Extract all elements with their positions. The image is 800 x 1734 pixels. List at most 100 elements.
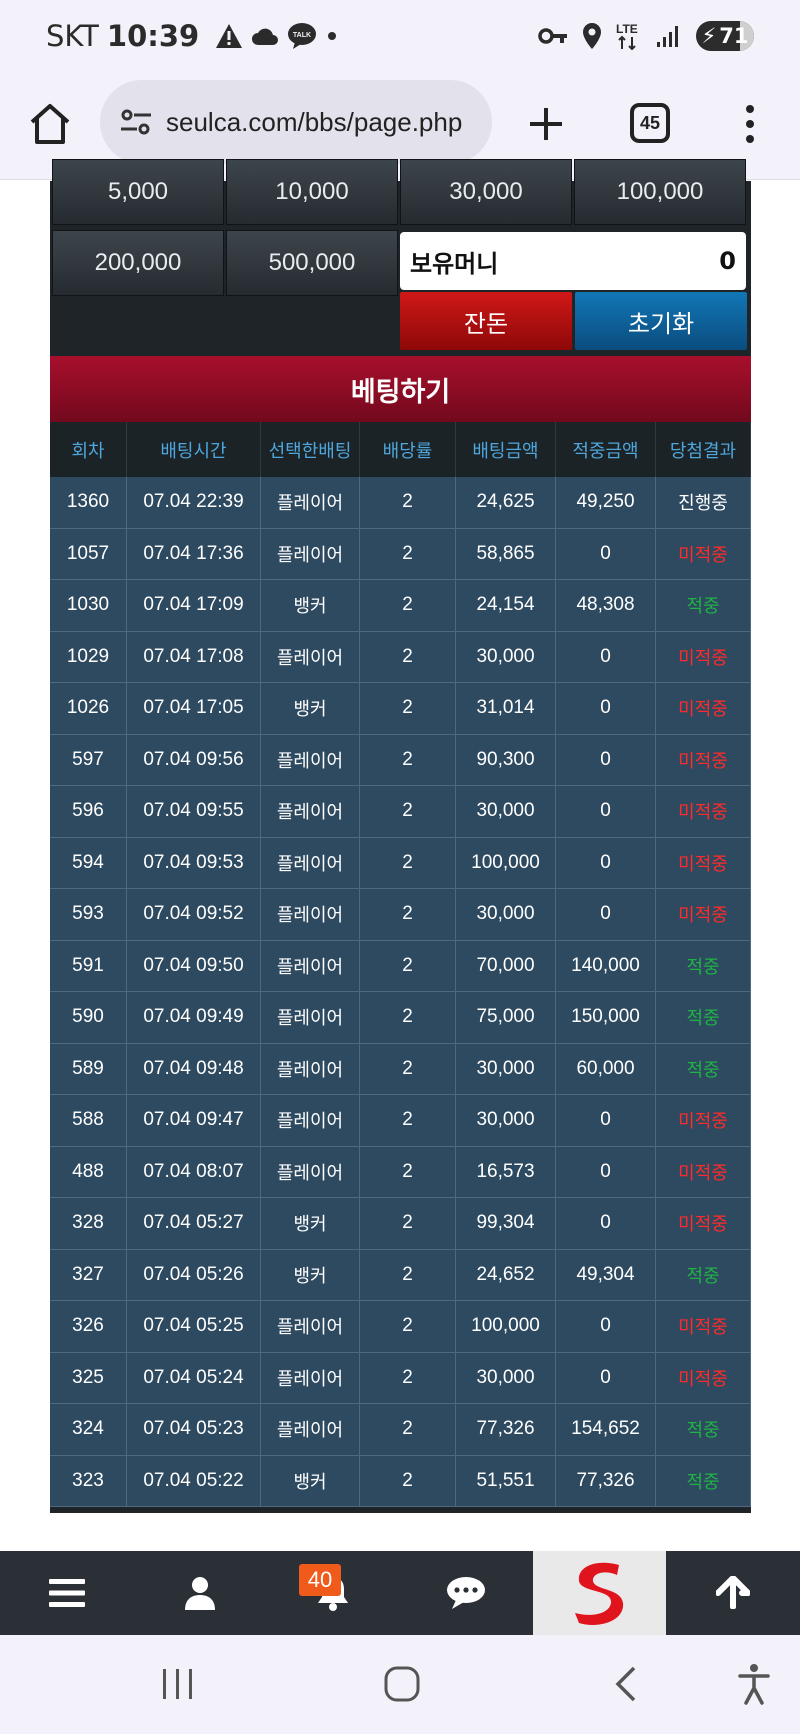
selection-cell: 플레이어 — [261, 786, 360, 837]
result-cell: 미적중 — [656, 1301, 751, 1352]
bet-amount-cell: 24,625 — [456, 477, 556, 528]
balance-value: 0 — [719, 247, 736, 275]
status-bar: SKT 10:39 TALK LTE ⚡ 71 — [0, 0, 800, 72]
bet-amount-cell: 30,000 — [456, 889, 556, 940]
selection-cell: 뱅커 — [261, 580, 360, 631]
chip-button[interactable]: 500,000 — [226, 230, 398, 296]
result-cell: 적중 — [656, 1455, 751, 1506]
chip-button[interactable]: 200,000 — [52, 230, 224, 296]
win-amount-cell: 49,250 — [556, 477, 656, 528]
bet-amount-cell: 30,000 — [456, 1095, 556, 1146]
warning-icon — [216, 24, 243, 48]
bet-amount-cell: 100,000 — [456, 1301, 556, 1352]
result-cell: 미적중 — [656, 683, 751, 734]
table-row: 328 07.04 05:27 뱅커 2 99,304 0 미적중 — [50, 1198, 751, 1250]
bet-button[interactable]: 베팅하기 — [50, 356, 751, 422]
more-vert-icon[interactable] — [736, 102, 764, 146]
result-cell: 적중 — [656, 1043, 751, 1094]
table-row: 325 07.04 05:24 플레이어 2 30,000 0 미적중 — [50, 1352, 751, 1404]
round-cell: 488 — [50, 1146, 127, 1197]
chip-button[interactable]: 5,000 — [52, 159, 224, 225]
table-header: 회차 배팅시간 선택한배팅 배당률 배팅금액 적중금액 당첨결과 — [50, 422, 751, 477]
chat-icon[interactable] — [399, 1551, 532, 1635]
result-cell: 적중 — [656, 940, 751, 991]
site-logo[interactable] — [533, 1551, 666, 1635]
round-cell: 1029 — [50, 631, 127, 682]
selection-cell: 플레이어 — [261, 477, 360, 528]
table-row: 323 07.04 05:22 뱅커 2 51,551 77,326 적중 — [50, 1455, 751, 1507]
user-icon[interactable] — [133, 1551, 266, 1635]
column-header: 회차 — [50, 422, 127, 477]
selection-cell: 플레이어 — [261, 1301, 360, 1352]
bet-time-cell: 07.04 09:48 — [127, 1043, 261, 1094]
table-row: 1026 07.04 17:05 뱅커 2 31,014 0 미적중 — [50, 683, 751, 735]
bet-time-cell: 07.04 05:25 — [127, 1301, 261, 1352]
selection-cell: 플레이어 — [261, 889, 360, 940]
odds-cell: 2 — [360, 1249, 456, 1300]
odds-cell: 2 — [360, 1352, 456, 1403]
odds-cell: 2 — [360, 477, 456, 528]
betting-panel: 5,000 10,000 30,000 100,000 200,000 500,… — [50, 159, 751, 1513]
bet-amount-cell: 77,326 — [456, 1404, 556, 1455]
odds-cell: 2 — [360, 940, 456, 991]
reset-button[interactable]: 초기화 — [575, 292, 747, 350]
selection-cell: 플레이어 — [261, 940, 360, 991]
chip-button[interactable]: 10,000 — [226, 159, 398, 225]
column-header: 당첨결과 — [656, 422, 751, 477]
selection-cell: 플레이어 — [261, 528, 360, 579]
arrow-up-icon[interactable] — [666, 1551, 799, 1635]
bet-time-cell: 07.04 09:52 — [127, 889, 261, 940]
win-amount-cell: 60,000 — [556, 1043, 656, 1094]
signal-icon — [657, 26, 678, 47]
odds-cell: 2 — [360, 683, 456, 734]
result-cell: 미적중 — [656, 1198, 751, 1249]
chip-button[interactable]: 30,000 — [400, 159, 572, 225]
odds-cell: 2 — [360, 992, 456, 1043]
dot-icon — [328, 32, 337, 40]
site-bottom-nav: 40 — [0, 1551, 800, 1635]
bet-time-cell: 07.04 09:56 — [127, 734, 261, 785]
home-icon[interactable] — [26, 100, 74, 148]
bet-time-cell: 07.04 22:39 — [127, 477, 261, 528]
bet-time-cell: 07.04 09:55 — [127, 786, 261, 837]
bet-time-cell: 07.04 05:23 — [127, 1404, 261, 1455]
table-row: 488 07.04 08:07 플레이어 2 16,573 0 미적중 — [50, 1146, 751, 1198]
svg-text:TALK: TALK — [293, 32, 311, 39]
bet-time-cell: 07.04 08:07 — [127, 1146, 261, 1197]
home-nav-icon[interactable] — [383, 1665, 421, 1703]
accessibility-icon[interactable] — [738, 1663, 770, 1705]
result-cell: 미적중 — [656, 528, 751, 579]
balance-label: 보유머니 — [410, 249, 499, 278]
table-row: 1360 07.04 22:39 플레이어 2 24,625 49,250 진행중 — [50, 477, 751, 529]
bet-amount-cell: 58,865 — [456, 528, 556, 579]
win-amount-cell: 0 — [556, 786, 656, 837]
bet-time-cell: 07.04 17:09 — [127, 580, 261, 631]
tab-switcher-button[interactable]: 45 — [630, 103, 670, 143]
back-icon[interactable] — [612, 1665, 638, 1703]
url-bar[interactable]: seulca.com/bbs/page.php — [100, 80, 492, 164]
bet-time-cell: 07.04 17:08 — [127, 631, 261, 682]
chip-button[interactable]: 100,000 — [574, 159, 746, 225]
new-tab-icon[interactable] — [522, 100, 570, 148]
column-header: 배팅금액 — [456, 422, 556, 477]
talk-icon: TALK — [288, 23, 317, 49]
round-cell: 594 — [50, 837, 127, 888]
bet-amount-cell: 31,014 — [456, 683, 556, 734]
bet-time-cell: 07.04 09:49 — [127, 992, 261, 1043]
bet-amount-cell: 30,000 — [456, 786, 556, 837]
win-amount-cell: 154,652 — [556, 1404, 656, 1455]
result-cell: 적중 — [656, 1404, 751, 1455]
table-row: 1029 07.04 17:08 플레이어 2 30,000 0 미적중 — [50, 631, 751, 683]
win-amount-cell: 0 — [556, 734, 656, 785]
vpn-key-icon — [538, 28, 567, 44]
win-amount-cell: 0 — [556, 1198, 656, 1249]
table-row: 326 07.04 05:25 플레이어 2 100,000 0 미적중 — [50, 1301, 751, 1353]
change-button[interactable]: 잔돈 — [400, 292, 572, 350]
round-cell: 590 — [50, 992, 127, 1043]
hamburger-menu-icon[interactable] — [0, 1551, 133, 1635]
recent-apps-icon[interactable] — [160, 1667, 196, 1701]
odds-cell: 2 — [360, 1455, 456, 1506]
chip-row-1: 5,000 10,000 30,000 100,000 — [50, 159, 751, 225]
notification-badge: 40 — [299, 1564, 341, 1596]
site-settings-icon[interactable] — [118, 104, 154, 140]
